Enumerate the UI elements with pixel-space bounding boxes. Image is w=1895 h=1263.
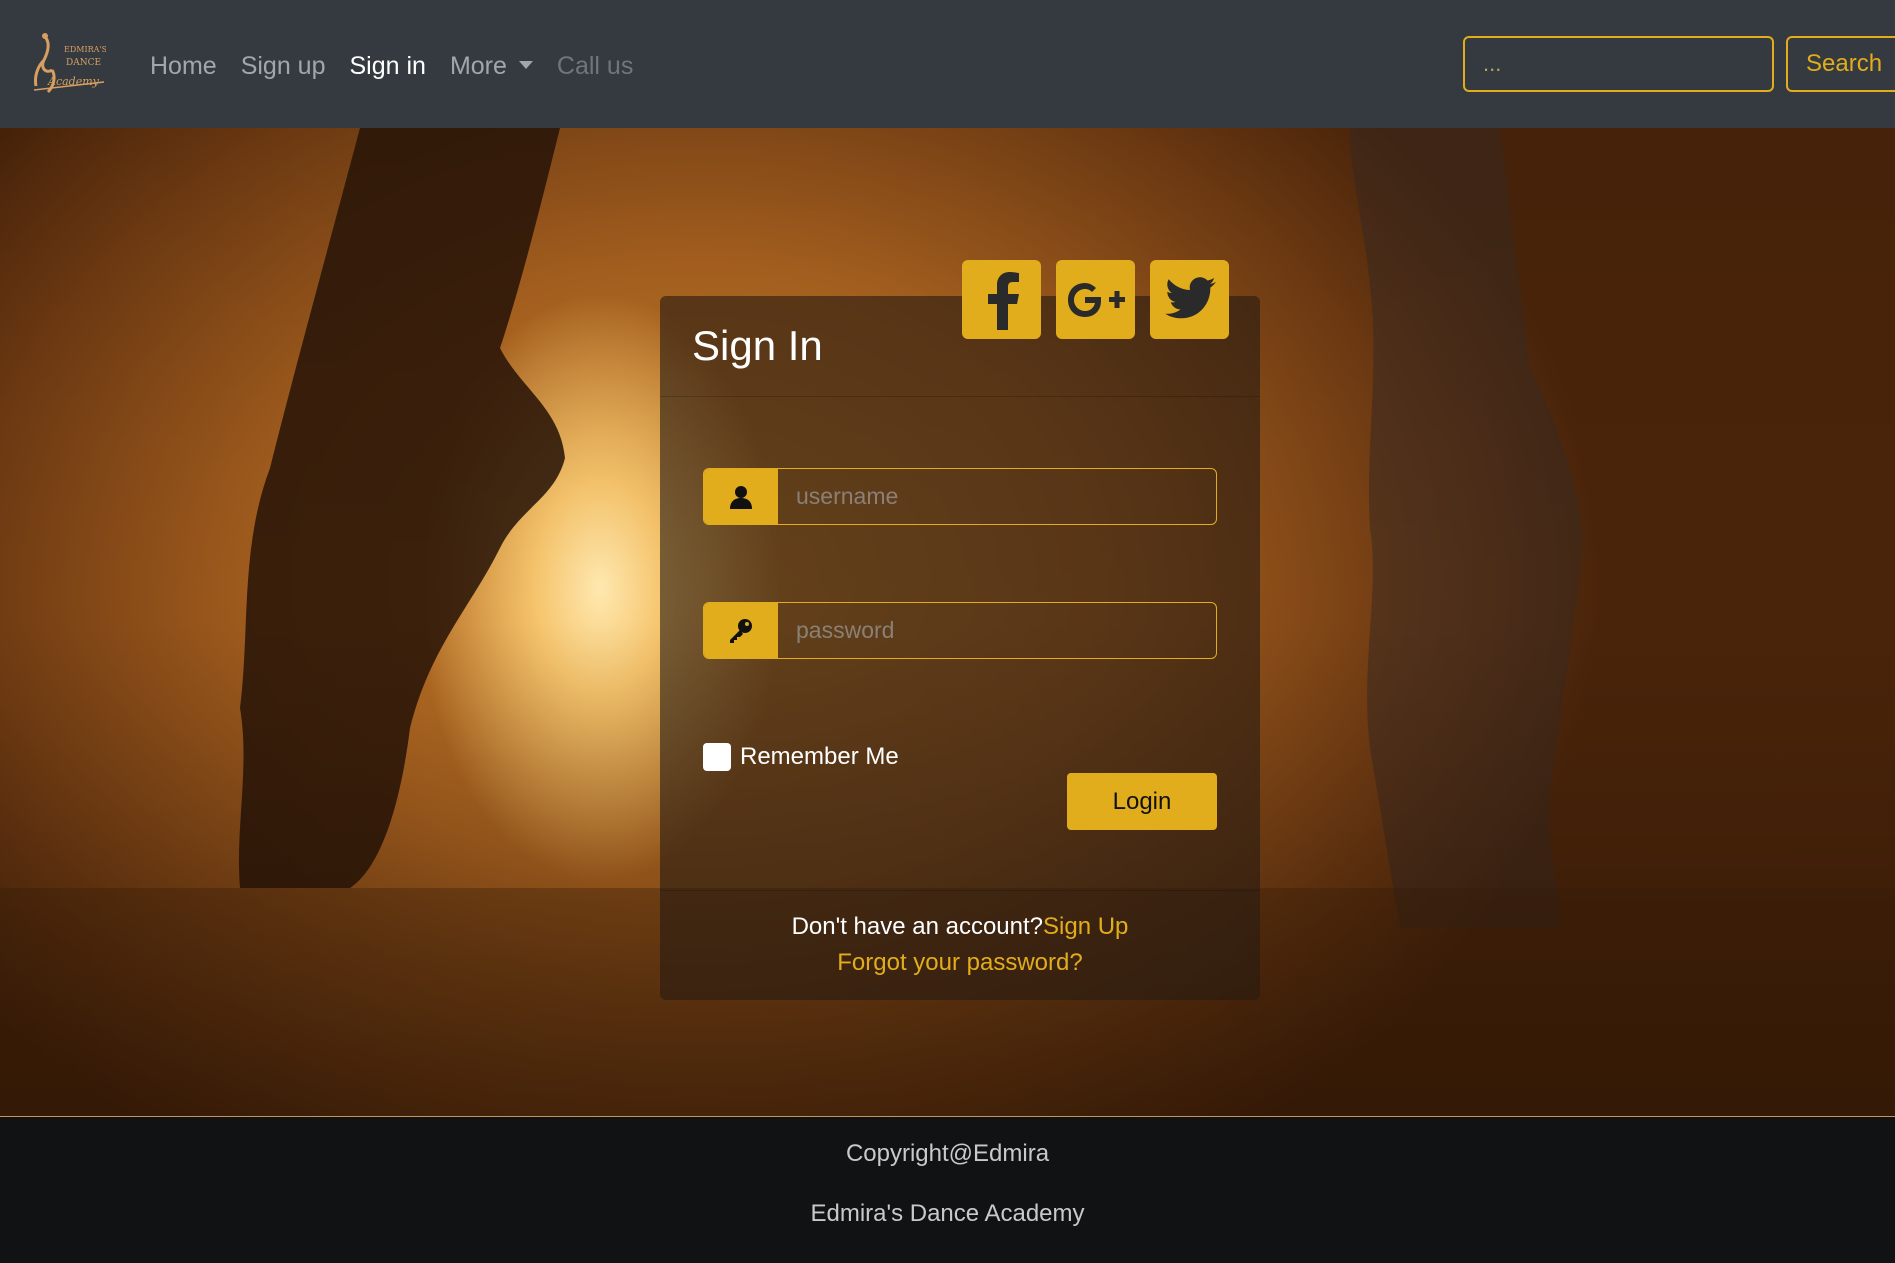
academy-name: Edmira's Dance Academy: [810, 1200, 1085, 1227]
page-footer: Copyright@Edmira Edmira's Dance Academy: [0, 1116, 1895, 1263]
forgot-password-row: Forgot your password?: [660, 945, 1260, 981]
navbar: EDMIRA'S DANCE Academy Home Sign up Sign…: [0, 0, 1895, 128]
user-icon: [704, 469, 778, 524]
hero-background: Sign In username Remember Me Login Don't…: [0, 128, 1895, 1116]
twitter-icon: [1164, 276, 1216, 318]
signup-link[interactable]: Sign Up: [1043, 913, 1128, 940]
card-footer: Don't have an account?Sign Up Forgot you…: [660, 890, 1260, 1000]
search-button[interactable]: Search: [1786, 36, 1895, 92]
facebook-button[interactable]: [962, 260, 1041, 339]
nav-links: Home Sign up Sign in More Call us: [150, 48, 657, 84]
username-field: [703, 468, 1217, 525]
remember-me: Remember Me: [703, 741, 899, 773]
nav-signup[interactable]: Sign up: [241, 48, 326, 84]
username-input[interactable]: [778, 469, 1216, 524]
forgot-password-link[interactable]: Forgot your password?: [837, 949, 1082, 976]
social-icons: [962, 260, 1229, 339]
remember-me-label: Remember Me: [740, 743, 899, 770]
copyright-text: Copyright@Edmira: [845, 1140, 1050, 1167]
twitter-button[interactable]: [1150, 260, 1229, 339]
login-card: Sign In username Remember Me Login Don't…: [660, 260, 1260, 1000]
facebook-icon: [987, 271, 1019, 330]
remember-me-checkbox[interactable]: [703, 743, 731, 771]
key-icon: [704, 603, 778, 658]
no-account-text: Don't have an account?: [791, 913, 1044, 940]
nav-signin[interactable]: Sign in: [349, 48, 425, 84]
nav-more-dropdown[interactable]: More: [450, 48, 533, 84]
brand-logo[interactable]: EDMIRA'S DANCE Academy: [26, 30, 106, 100]
signup-prompt: Don't have an account?Sign Up: [660, 909, 1260, 945]
svg-text:Academy: Academy: [47, 75, 100, 88]
chevron-down-icon: [518, 61, 533, 69]
google-plus-icon: [1067, 282, 1125, 317]
search-input[interactable]: [1463, 36, 1774, 92]
nav-more-label: More: [449, 52, 507, 80]
nav-home[interactable]: Home: [150, 48, 217, 84]
login-button[interactable]: Login: [1067, 773, 1217, 830]
svg-text:DANCE: DANCE: [66, 58, 101, 68]
password-field: [703, 602, 1217, 659]
google-plus-button[interactable]: [1056, 260, 1135, 339]
card-header: Sign In: [660, 260, 1260, 397]
nav-callus[interactable]: Call us: [557, 48, 633, 84]
page-title: Sign In: [692, 322, 823, 369]
svg-text:EDMIRA'S: EDMIRA'S: [64, 45, 106, 54]
password-input[interactable]: [778, 603, 1216, 658]
